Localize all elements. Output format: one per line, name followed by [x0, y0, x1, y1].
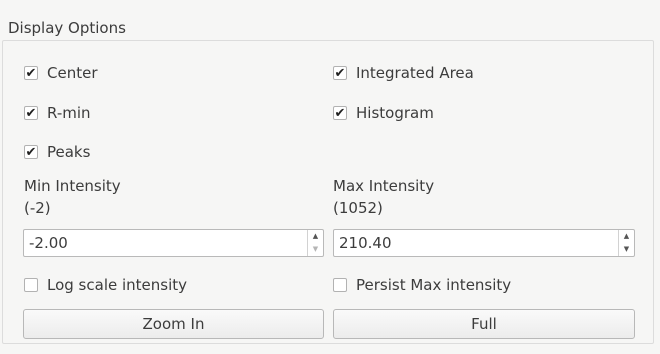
histogram-checkbox-label: Histogram [356, 104, 434, 122]
max-intensity-spinbox: ▲ ▼ [333, 229, 635, 257]
log-scale-checkbox-label: Log scale intensity [47, 276, 188, 294]
display-options-title: Display Options [8, 19, 126, 37]
min-intensity-label: Min Intensity [24, 177, 121, 195]
integrated-area-check-icon: ✔ [333, 65, 347, 81]
histogram-check-icon: ✔ [333, 105, 347, 121]
center-checkbox-label: Center [47, 64, 98, 82]
min-intensity-input[interactable] [24, 230, 307, 256]
peaks-checkbox[interactable]: ✔ Peaks [24, 143, 90, 161]
min-intensity-hint: (-2) [24, 199, 51, 217]
spin-down-icon[interactable]: ▼ [619, 243, 634, 256]
r-min-check-icon: ✔ [24, 105, 38, 121]
min-intensity-stepper: ▲ ▼ [307, 230, 323, 256]
zoom-in-button[interactable]: Zoom In [23, 309, 324, 339]
r-min-checkbox-label: R-min [47, 104, 91, 122]
log-scale-intensity-checkbox[interactable]: Log scale intensity [24, 276, 187, 294]
persist-max-check-icon [333, 278, 347, 292]
log-scale-check-icon [24, 278, 38, 292]
persist-max-checkbox-label: Persist Max intensity [356, 276, 512, 294]
max-intensity-input[interactable] [334, 230, 618, 256]
integrated-area-checkbox-label: Integrated Area [356, 64, 474, 82]
center-checkbox[interactable]: ✔ Center [24, 64, 98, 82]
peaks-check-icon: ✔ [24, 144, 38, 160]
peaks-checkbox-label: Peaks [47, 143, 91, 161]
spin-down-icon[interactable]: ▼ [308, 243, 323, 256]
histogram-checkbox[interactable]: ✔ Histogram [333, 104, 434, 122]
r-min-checkbox[interactable]: ✔ R-min [24, 104, 91, 122]
integrated-area-checkbox[interactable]: ✔ Integrated Area [333, 64, 474, 82]
max-intensity-stepper: ▲ ▼ [618, 230, 634, 256]
max-intensity-label: Max Intensity [333, 177, 435, 195]
full-button[interactable]: Full [333, 309, 635, 339]
max-intensity-hint: (1052) [333, 199, 383, 217]
persist-max-intensity-checkbox[interactable]: Persist Max intensity [333, 276, 511, 294]
min-intensity-spinbox: ▲ ▼ [23, 229, 324, 257]
spin-up-icon[interactable]: ▲ [619, 230, 634, 243]
center-check-icon: ✔ [24, 65, 38, 81]
spin-up-icon[interactable]: ▲ [308, 230, 323, 243]
